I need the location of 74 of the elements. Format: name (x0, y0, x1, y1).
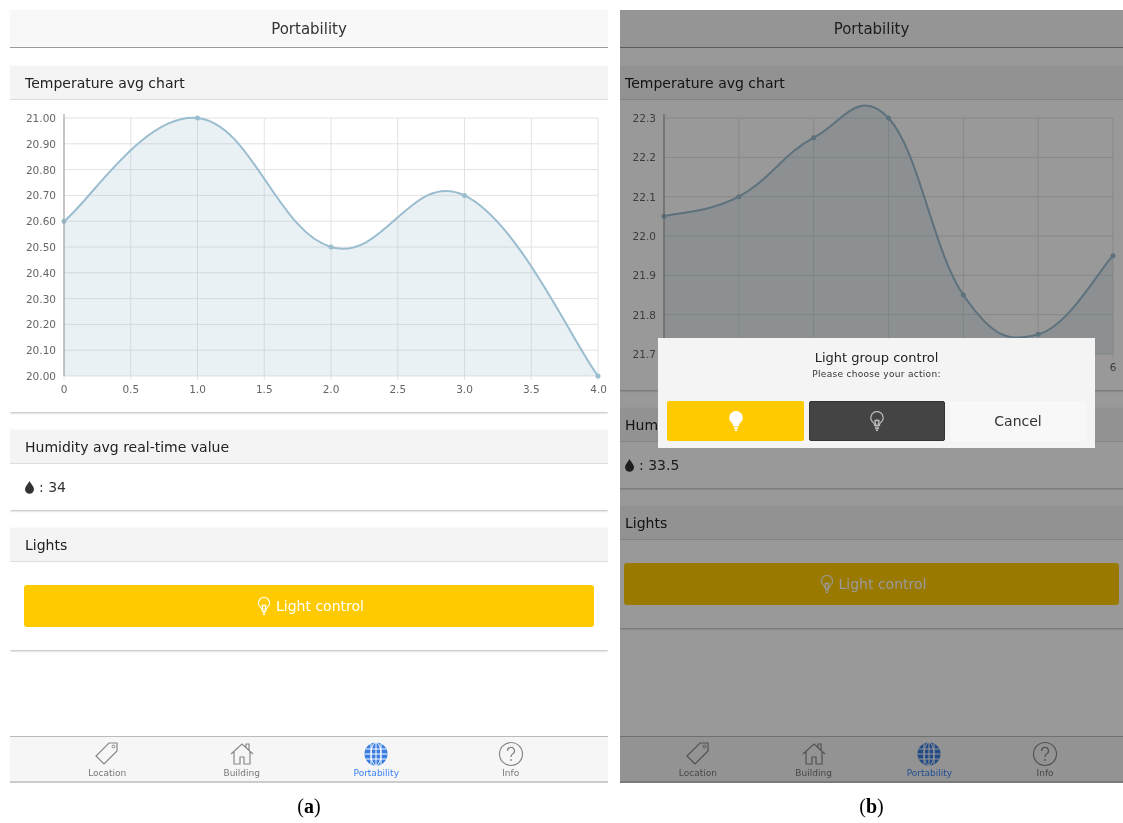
card-title: Temperature avg chart (10, 66, 608, 100)
axis-label: 20.70 (25, 189, 56, 202)
data-point (811, 135, 817, 141)
axis-label: 20.30 (25, 292, 56, 305)
data-point (1110, 253, 1116, 259)
app-title: Portability (10, 10, 608, 48)
drop-icon (624, 458, 635, 472)
axis-label: 21.9 (632, 269, 656, 282)
drop-icon (24, 480, 35, 494)
app-title: Portability (620, 10, 1123, 48)
axis-label: 0 (60, 383, 68, 395)
data-point (1035, 331, 1041, 337)
axis-label: 1.5 (255, 383, 273, 395)
dialog-message: Please choose your action: (812, 369, 941, 379)
data-point (462, 192, 467, 198)
axis-label: 20.90 (25, 137, 56, 150)
axis-label: 20.20 (25, 318, 56, 331)
axis-label: 3.5 (522, 383, 540, 395)
axis-label: 2.5 (389, 383, 407, 395)
axis-label: 20.00 (25, 370, 56, 382)
axis-label: 20.60 (25, 215, 56, 228)
figure-caption: (b) (859, 795, 884, 818)
house-icon (800, 740, 827, 767)
axis-label: 22.2 (632, 151, 656, 164)
help-icon (1032, 740, 1059, 767)
axis-label: 20.10 (25, 344, 56, 357)
humidity-value: : 34 (39, 479, 66, 495)
dialog-title: Light group control (814, 350, 939, 365)
data-point (661, 213, 667, 219)
axis-label: 4.0 (590, 383, 607, 395)
nav-tab[interactable]: Portability (309, 737, 444, 781)
tag-icon (94, 740, 121, 767)
figure-caption: (a) (297, 795, 321, 818)
axis-label: 0.5 (122, 383, 140, 395)
data-point (195, 115, 200, 121)
data-point (886, 115, 891, 121)
tag-icon (684, 740, 711, 767)
nav-tab[interactable]: Info (987, 737, 1103, 781)
globe-icon (363, 740, 390, 767)
axis-label: 21.8 (632, 308, 656, 321)
axis-label: 22.0 (632, 230, 656, 242)
globe-icon (916, 740, 943, 767)
card-title: Lights (620, 506, 1123, 540)
axis-label: 21.7 (632, 348, 656, 360)
help-icon (497, 740, 524, 767)
cancel-button[interactable]: Cancel (950, 401, 1086, 441)
humidity-value: : 33.5 (639, 457, 680, 473)
card-title: Humidity avg real-time value (10, 430, 608, 464)
card-title: Lights (10, 528, 608, 562)
nav-tab[interactable]: Info (443, 737, 578, 781)
axis-label: 3.0 (456, 383, 473, 395)
axis-label: 20.40 (25, 266, 56, 279)
house-icon (228, 740, 255, 767)
axis-label: 22.3 (632, 112, 656, 124)
nav-tab[interactable]: Building (174, 737, 309, 781)
axis-label: 21.00 (25, 112, 56, 124)
nav-tab[interactable]: Portability (871, 737, 988, 781)
nav-tab[interactable]: Location (640, 737, 756, 781)
data-point (61, 218, 67, 224)
data-point (328, 244, 334, 250)
data-point (595, 373, 601, 379)
data-point (736, 194, 742, 200)
axis-label: 20.80 (25, 163, 56, 176)
card-title: Temperature avg chart (620, 66, 1123, 100)
axis-label: 1.0 (189, 383, 206, 395)
nav-tab[interactable]: Location (40, 737, 175, 781)
nav-tab[interactable]: Building (755, 737, 872, 781)
light-off-button[interactable] (809, 401, 945, 441)
light-on-button[interactable] (667, 401, 804, 441)
axis-label: 22.1 (632, 190, 656, 203)
axis-label: 6 (1109, 361, 1117, 373)
axis-label: 20.50 (25, 241, 56, 253)
data-point (960, 292, 966, 298)
axis-label: 2.0 (322, 383, 340, 395)
